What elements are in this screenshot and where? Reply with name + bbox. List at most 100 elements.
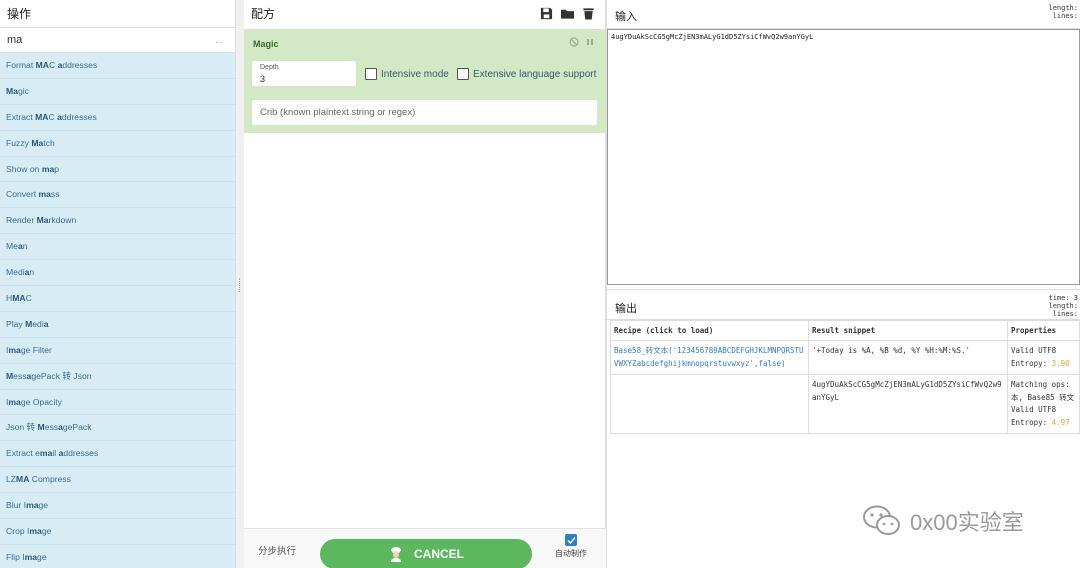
save-icon[interactable] <box>540 7 553 20</box>
cyberchef-app: 操作 ma . . Format MAC addresses Magic Extra… <box>0 0 1080 568</box>
operation-label-part: Ma <box>36 215 49 226</box>
operation-item[interactable]: Extract MAC addresses <box>0 105 235 131</box>
operation-label-part: ma <box>38 189 51 200</box>
operation-item[interactable]: Show on map <box>0 157 235 183</box>
depth-value: 3 <box>260 74 266 84</box>
pause-icon[interactable] <box>586 37 594 47</box>
disable-icon[interactable] <box>569 37 579 47</box>
magic-operation[interactable]: Magic Depth 3 Intensive mode Extensive l… <box>244 29 606 133</box>
operation-item[interactable]: Extract email addresses <box>0 441 235 468</box>
operation-label-part: Convert <box>6 189 39 200</box>
cancel-button[interactable]: CANCEL <box>320 539 532 568</box>
recipe-panel: 配方 Magic Depth 3 Intensive mode Extensiv… <box>244 0 606 568</box>
input-textarea[interactable]: 4ugYDuAkScCG5gMcZjEN3mALyG1dD5ZYsiCfWvQ2… <box>607 29 1080 285</box>
chef-icon <box>391 547 401 562</box>
operation-label-part: m <box>8 396 17 407</box>
recipe-title: 配方 <box>251 7 276 21</box>
input-title: 输入 <box>615 11 637 23</box>
operation-item[interactable]: Json 转 MessagePack <box>0 415 235 442</box>
recipe-link[interactable]: Base58_转文本('123456789ABCDEFGHJKLMNPQRSTU… <box>614 345 805 370</box>
operation-item[interactable]: Magic <box>0 79 235 105</box>
intensive-mode-option[interactable]: Intensive mode <box>365 68 449 80</box>
output-lines-stat: lines: <box>1052 310 1078 318</box>
entropy-value: 3.90 <box>1051 358 1070 368</box>
operation-item[interactable]: Convert mass <box>0 182 235 209</box>
operation-label-part: Play <box>6 318 26 329</box>
property-line: Matching ops: <box>1011 380 1070 389</box>
column-header-properties: Properties <box>1007 320 1080 341</box>
recipe-header: 配方 <box>244 0 605 28</box>
column-header-snippet: Result snippet <box>807 320 1009 341</box>
operation-label-part: n <box>22 241 28 252</box>
operation-item[interactable]: Format MAC addresses <box>0 53 235 79</box>
operations-title: 操作 <box>0 0 235 28</box>
operations-search-input[interactable]: ma . . <box>0 28 235 53</box>
operation-item[interactable]: MessagePack 转 Json <box>0 364 235 390</box>
crib-input[interactable]: Crib (known plaintext string or regex) <box>252 100 597 125</box>
operation-item[interactable]: Mean <box>0 234 235 261</box>
operation-label-part: gic <box>17 85 29 96</box>
result-properties: Valid UTF8 Entropy: 3.90 <box>1007 340 1080 375</box>
folder-icon[interactable] <box>561 7 574 20</box>
property-line: Entropy: 4.97 <box>1011 417 1076 430</box>
entropy-label: Entropy: <box>1011 358 1052 368</box>
gutter-left[interactable] <box>236 0 244 568</box>
operation-label-part: m <box>8 344 17 355</box>
operation-label-part: LZ <box>6 474 17 485</box>
operation-label-part: Extract <box>6 111 36 122</box>
operation-label-part: Compress <box>29 474 71 485</box>
operation-item[interactable]: HMAC <box>0 286 235 312</box>
operation-label-part: ge <box>38 500 49 511</box>
step-button[interactable]: 分步执行 <box>258 543 296 557</box>
input-stats: length: lines: <box>1048 4 1078 20</box>
operation-label-part: tch <box>43 137 55 148</box>
operation-label-part: Show on <box>6 163 42 174</box>
operation-item[interactable]: Render Markdown <box>0 208 235 235</box>
input-length-stat: length: <box>1048 4 1078 12</box>
operation-label-part: ge <box>41 526 52 537</box>
depth-field[interactable]: Depth 3 <box>252 61 356 86</box>
operation-item[interactable]: Play Media <box>0 312 235 338</box>
operation-label-part: ma <box>29 526 42 537</box>
trash-icon[interactable] <box>582 7 595 20</box>
operation-item[interactable]: Image Opacity <box>0 390 235 416</box>
operation-item[interactable]: Median <box>0 260 235 287</box>
entropy-label: Entropy: <box>1011 417 1052 427</box>
autobake-checkbox[interactable] <box>565 534 577 546</box>
autobake-label: 自动制作 <box>555 549 587 558</box>
autobake-option[interactable]: 自动制作 <box>549 534 593 559</box>
operation-label-part: ma <box>41 163 55 174</box>
operation-label-part: Render <box>6 215 37 226</box>
operation-item[interactable]: Flip Image <box>0 545 235 568</box>
entropy-value: 4.97 <box>1051 417 1070 427</box>
recipe-footer: 分步执行 CANCEL 自动制作 <box>244 528 606 568</box>
operation-item[interactable]: LZMA Compress <box>0 467 235 494</box>
operation-label-part: ddresses <box>63 448 99 459</box>
result-snippet: '+Today is %A, %B %d, %Y %H:%M:%S.' <box>811 346 971 355</box>
property-line: 本, Base85 转文 <box>1011 392 1075 402</box>
column-header-recipe: Recipe (click to load) <box>610 320 809 341</box>
depth-label: Depth <box>260 64 279 71</box>
operation-item[interactable]: Blur Image <box>0 493 235 520</box>
operation-label-part: gePack 转 Json <box>31 370 92 381</box>
search-value: ma <box>7 34 23 46</box>
operation-item[interactable]: Crop Image <box>0 519 235 545</box>
watermark: 0x00实验室 <box>862 504 1024 538</box>
operations-list: Format MAC addresses Magic Extract MAC add… <box>0 53 235 568</box>
extensive-language-checkbox[interactable] <box>457 68 469 80</box>
output-title: 输出 <box>615 303 637 315</box>
operations-panel: 操作 ma . . Format MAC addresses Magic Extra… <box>0 0 236 568</box>
operation-label-part: ess <box>44 422 59 433</box>
operation-item[interactable]: Fuzzy Match <box>0 131 235 157</box>
intensive-mode-checkbox[interactable] <box>365 68 377 80</box>
gutter-grip[interactable] <box>239 278 241 292</box>
operation-item[interactable]: Image Filter <box>0 338 235 364</box>
operation-label-part: Json 转 <box>6 422 38 433</box>
watermark-text: 0x00实验室 <box>910 510 1024 535</box>
operation-label-part: MA <box>12 293 26 304</box>
operation-label-part: ma <box>39 448 53 459</box>
operation-label-part: Ma <box>31 137 44 148</box>
extensive-language-label: Extensive language support <box>473 68 597 80</box>
output-stats: time: 3 length: lines: <box>1048 294 1078 318</box>
extensive-language-option[interactable]: Extensive language support <box>457 68 596 80</box>
